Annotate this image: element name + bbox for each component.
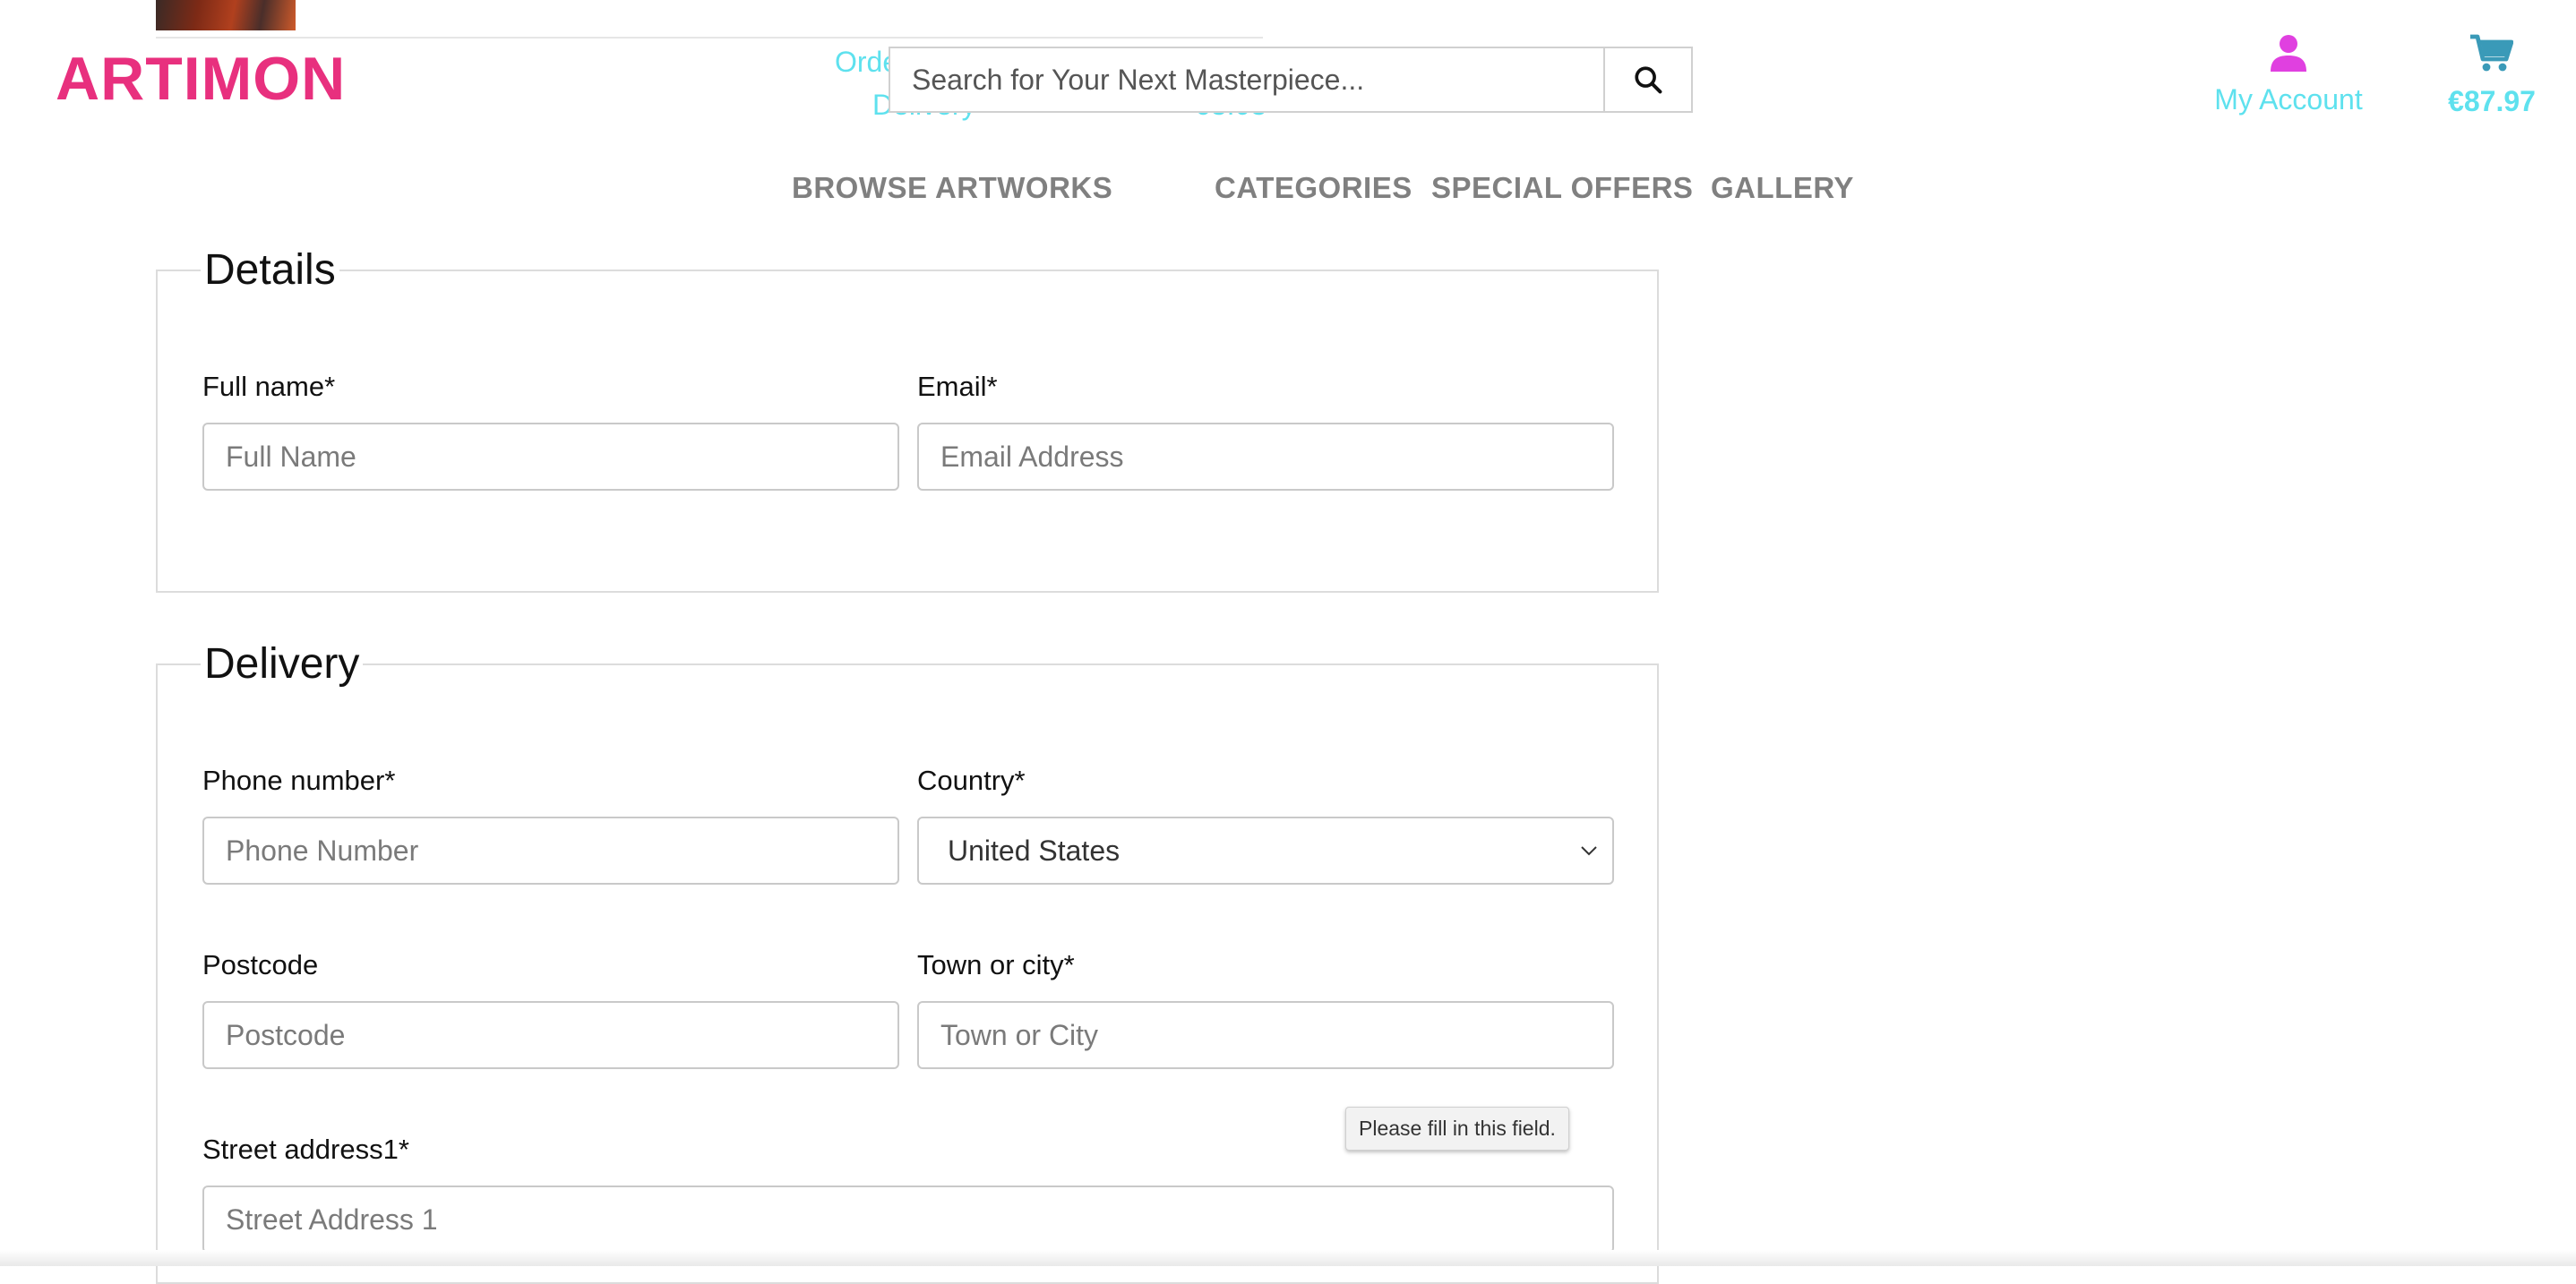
street1-label: Street address1* — [202, 1134, 409, 1165]
search-button[interactable] — [1603, 48, 1691, 111]
country-value: United States — [948, 834, 1121, 867]
cart-total: €87.97 — [2448, 85, 2536, 117]
email-label: Email* — [917, 371, 998, 402]
town-input[interactable] — [917, 1001, 1614, 1069]
phone-input[interactable] — [202, 817, 899, 885]
details-legend: Details — [204, 246, 336, 294]
chevron-down-icon — [1581, 846, 1597, 856]
country-select[interactable]: United States — [917, 817, 1614, 885]
artwork-thumbnail — [156, 0, 296, 30]
my-account-label: My Account — [2214, 83, 2363, 116]
nav-browse-artworks[interactable]: BROWSE ARTWORKS — [792, 167, 1112, 210]
email-input[interactable] — [917, 423, 1614, 491]
nav-gallery[interactable]: GALLERY — [1711, 167, 1854, 210]
search-input[interactable] — [890, 48, 1603, 111]
details-fieldset: Details — [156, 245, 1659, 593]
delivery-legend: Delivery — [204, 640, 360, 688]
cart-icon — [2470, 34, 2514, 72]
my-account-link[interactable]: My Account — [2185, 34, 2391, 117]
validation-tooltip: Please fill in this field. — [1345, 1107, 1569, 1151]
street1-input[interactable] — [202, 1186, 1614, 1254]
postcode-label: Postcode — [202, 949, 319, 980]
bottom-shade — [0, 1250, 2576, 1266]
phone-label: Phone number* — [202, 765, 396, 796]
user-icon — [2271, 35, 2306, 72]
cart-link[interactable]: €87.97 — [2429, 34, 2555, 119]
postcode-input[interactable] — [202, 1001, 899, 1069]
search-icon — [1635, 66, 1662, 94]
search-bar — [889, 47, 1693, 113]
town-label: Town or city* — [917, 949, 1075, 980]
full-name-input[interactable] — [202, 423, 899, 491]
nav-categories[interactable]: CATEGORIES — [1215, 167, 1413, 210]
country-label: Country* — [917, 765, 1026, 796]
divider — [156, 37, 1263, 39]
site-logo[interactable]: ARTIMON — [56, 41, 346, 116]
full-name-label: Full name* — [202, 371, 336, 402]
nav-special-offers[interactable]: SPECIAL OFFERS — [1431, 167, 1693, 210]
